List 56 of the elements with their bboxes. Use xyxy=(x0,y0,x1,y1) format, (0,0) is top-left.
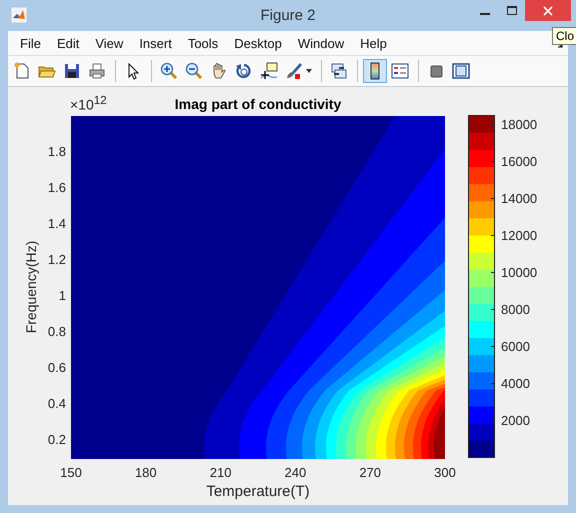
colorbar-tick-label: 10000 xyxy=(501,265,538,280)
close-icon xyxy=(543,6,553,16)
brush-icon xyxy=(285,62,303,80)
menu-item[interactable]: Desktop xyxy=(226,32,290,54)
x-tick-label: 270 xyxy=(358,465,382,480)
menu-item[interactable]: File xyxy=(12,32,49,54)
zoom-out-icon xyxy=(185,62,203,80)
window-title: Figure 2 xyxy=(260,6,316,24)
colorbar-tick-label: 18000 xyxy=(501,117,538,132)
x-tick-label: 300 xyxy=(433,465,457,480)
y-tick-label: 1 xyxy=(58,288,66,303)
maximize-icon xyxy=(506,6,516,16)
app-icon xyxy=(11,7,27,23)
close-button[interactable] xyxy=(525,0,571,21)
minimize-icon xyxy=(480,12,490,14)
plot-title: Imag part of conductivity xyxy=(174,96,342,112)
rotate-icon xyxy=(235,62,253,80)
colorbar-tick-label: 12000 xyxy=(501,228,538,243)
y-tick-label: 0.6 xyxy=(48,360,66,375)
y-tick-label: 1.2 xyxy=(48,252,66,267)
caret-icon xyxy=(306,69,312,73)
new-file-icon xyxy=(13,62,31,80)
toolbar-button[interactable] xyxy=(363,59,387,83)
x-tick-label: 180 xyxy=(134,465,158,480)
y-tick-label: 1.6 xyxy=(48,180,66,195)
menu-item[interactable]: Help xyxy=(352,32,395,54)
zoom-in-icon xyxy=(160,62,178,80)
colorbar-tick-label: 16000 xyxy=(501,154,538,169)
menu-item[interactable]: Insert xyxy=(131,32,180,54)
x-tick-label: 210 xyxy=(208,465,232,480)
y-tick-label: 1.4 xyxy=(48,216,66,231)
link-icon xyxy=(330,62,348,80)
menu-item[interactable]: Edit xyxy=(48,32,88,54)
y-tick-label: 0.2 xyxy=(48,432,66,447)
tooltip: Clo xyxy=(552,27,576,45)
menu-item[interactable]: Window xyxy=(290,32,352,54)
menu-item[interactable]: Tools xyxy=(180,32,226,54)
axis-exponent: ×10$^{12}$ xyxy=(70,94,107,113)
colorbar-tick-label: 2000 xyxy=(501,413,530,428)
legend-icon xyxy=(391,62,409,80)
colorbar-tick-label: 4000 xyxy=(501,376,530,391)
frame-icon xyxy=(452,62,470,80)
printer-icon xyxy=(88,62,106,80)
y-tick-label: 1.8 xyxy=(48,144,66,159)
menu-item[interactable]: View xyxy=(87,32,132,54)
y-axis-label: Frequency(Hz) xyxy=(23,240,39,336)
colorbar-tick-label: 14000 xyxy=(501,191,538,206)
y-tick-label: 0.4 xyxy=(48,396,66,411)
colorbar-tick-label: 8000 xyxy=(501,302,530,317)
save-icon xyxy=(63,62,81,80)
x-tick-label: 240 xyxy=(284,465,308,480)
data-cursor-icon xyxy=(260,62,278,80)
x-axis-label: Temperature(T) xyxy=(205,483,311,500)
x-tick-label: 150 xyxy=(59,465,83,480)
y-tick-label: 0.8 xyxy=(48,324,66,339)
colorbar-tick-label: 6000 xyxy=(501,339,530,354)
